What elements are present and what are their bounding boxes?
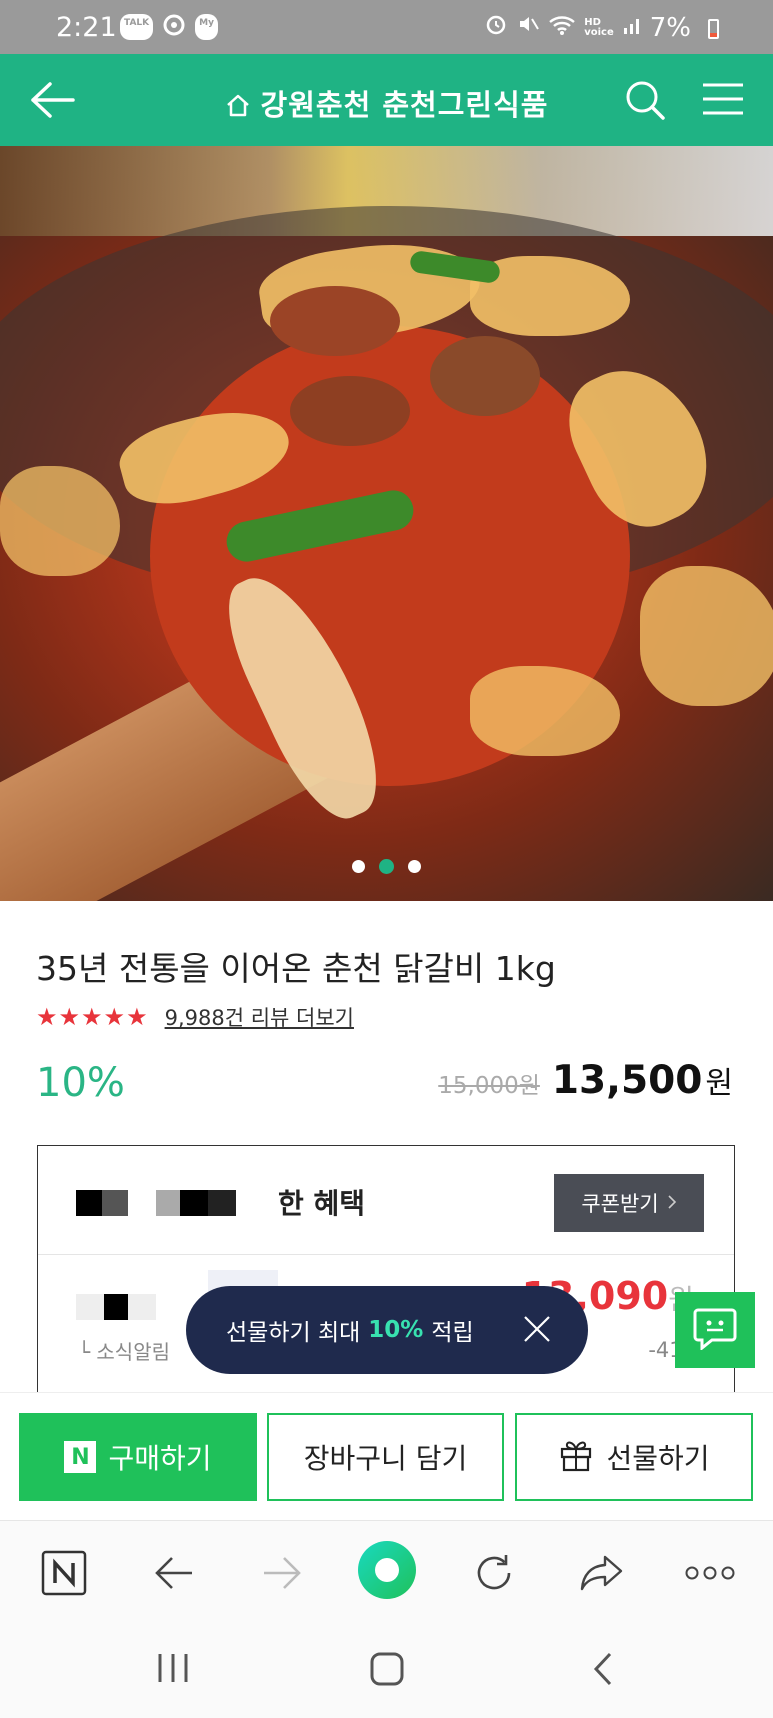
carousel-dot[interactable]: [408, 860, 421, 873]
currency-label: 원: [705, 1066, 733, 1101]
status-time: 2:21: [56, 12, 117, 43]
back-icon[interactable]: [150, 1549, 198, 1597]
star-rating: ★★★★★: [36, 1003, 149, 1031]
green-dot-search-icon[interactable]: [356, 1539, 418, 1601]
original-price: 15,000원: [438, 1073, 540, 1099]
final-price: 13,500: [551, 1058, 703, 1103]
masked-text: [76, 1294, 156, 1320]
carousel-dot-active[interactable]: [379, 859, 394, 874]
store-title: 강원춘천 춘천그린식품: [260, 88, 549, 122]
notification-icons: TALK My: [120, 14, 218, 40]
discount-rate: 10%: [36, 1060, 125, 1106]
buy-button[interactable]: N 구매하기: [19, 1413, 257, 1501]
home-icon: [225, 90, 251, 124]
toast-highlight: 10%: [368, 1317, 424, 1343]
alarm-icon: [484, 12, 508, 43]
gift-promo-toast[interactable]: 선물하기 최대 10% 적립: [186, 1286, 588, 1374]
review-link[interactable]: 9,988건 리뷰 더보기: [165, 1002, 354, 1032]
kakaotalk-icon: TALK: [120, 14, 154, 40]
hd-voice-icon: HD voice: [584, 16, 614, 38]
wifi-icon: [548, 13, 576, 43]
rating-row: ★★★★★ 9,988건 리뷰 더보기: [36, 1002, 354, 1032]
gift-icon: [558, 1436, 594, 1479]
masked-text: [156, 1190, 236, 1216]
recent-apps-icon[interactable]: [156, 1652, 190, 1688]
naver-n-icon: N: [64, 1441, 97, 1473]
carousel-indicator: [0, 859, 773, 874]
mute-icon: [516, 12, 540, 43]
system-indicators: HD voice 7%: [484, 12, 713, 43]
search-icon[interactable]: [623, 78, 667, 122]
notification-icon: [163, 14, 185, 40]
benefit-title: 한 혜택: [278, 1187, 366, 1220]
talk-talk-chat-button[interactable]: [675, 1292, 755, 1368]
refresh-icon[interactable]: [470, 1549, 518, 1597]
battery-icon: [708, 19, 719, 39]
gift-button[interactable]: 선물하기: [515, 1413, 753, 1501]
chevron-right-icon: [667, 1191, 677, 1215]
browser-toolbar: [0, 1520, 773, 1620]
share-icon[interactable]: [578, 1549, 626, 1597]
benefit-sub-label: └ 소식알림: [78, 1340, 171, 1364]
toast-suffix: 적립: [431, 1320, 474, 1346]
my-app-icon: My: [195, 14, 218, 40]
coupon-button-label: 쿠폰받기: [581, 1192, 659, 1216]
home-button-icon[interactable]: [370, 1652, 404, 1690]
masked-text: [76, 1190, 128, 1216]
close-icon[interactable]: [522, 1314, 552, 1344]
coupon-button[interactable]: 쿠폰받기: [554, 1174, 704, 1232]
purchase-actions: N 구매하기 장바구니 담기 선물하기: [0, 1392, 773, 1520]
gift-button-label: 선물하기: [606, 1442, 710, 1475]
status-bar: 2:21 TALK My HD voice 7%: [0, 0, 773, 54]
hamburger-menu-icon[interactable]: [703, 82, 743, 116]
signal-icon: [622, 13, 642, 43]
system-back-icon[interactable]: [592, 1652, 614, 1690]
cart-button-label: 장바구니 담기: [303, 1442, 468, 1475]
system-navigation-bar: [0, 1620, 773, 1718]
product-title: 35년 전통을 이어온 춘천 닭갈비 1kg: [36, 949, 556, 988]
chat-bubble-icon: [692, 1306, 738, 1354]
price-row: 15,000원 13,500 원: [438, 1058, 733, 1103]
naver-home-icon[interactable]: [40, 1549, 88, 1597]
add-to-cart-button[interactable]: 장바구니 담기: [267, 1413, 504, 1501]
forward-icon[interactable]: [258, 1549, 306, 1597]
product-image-carousel[interactable]: [0, 146, 773, 901]
carousel-dot[interactable]: [352, 860, 365, 873]
app-header: 강원춘천 춘천그린식품: [0, 54, 773, 146]
toast-prefix: 선물하기 최대: [226, 1320, 361, 1346]
more-options-icon[interactable]: [684, 1549, 736, 1597]
buy-button-label: 구매하기: [108, 1442, 212, 1475]
battery-percent: 7%: [649, 12, 691, 43]
